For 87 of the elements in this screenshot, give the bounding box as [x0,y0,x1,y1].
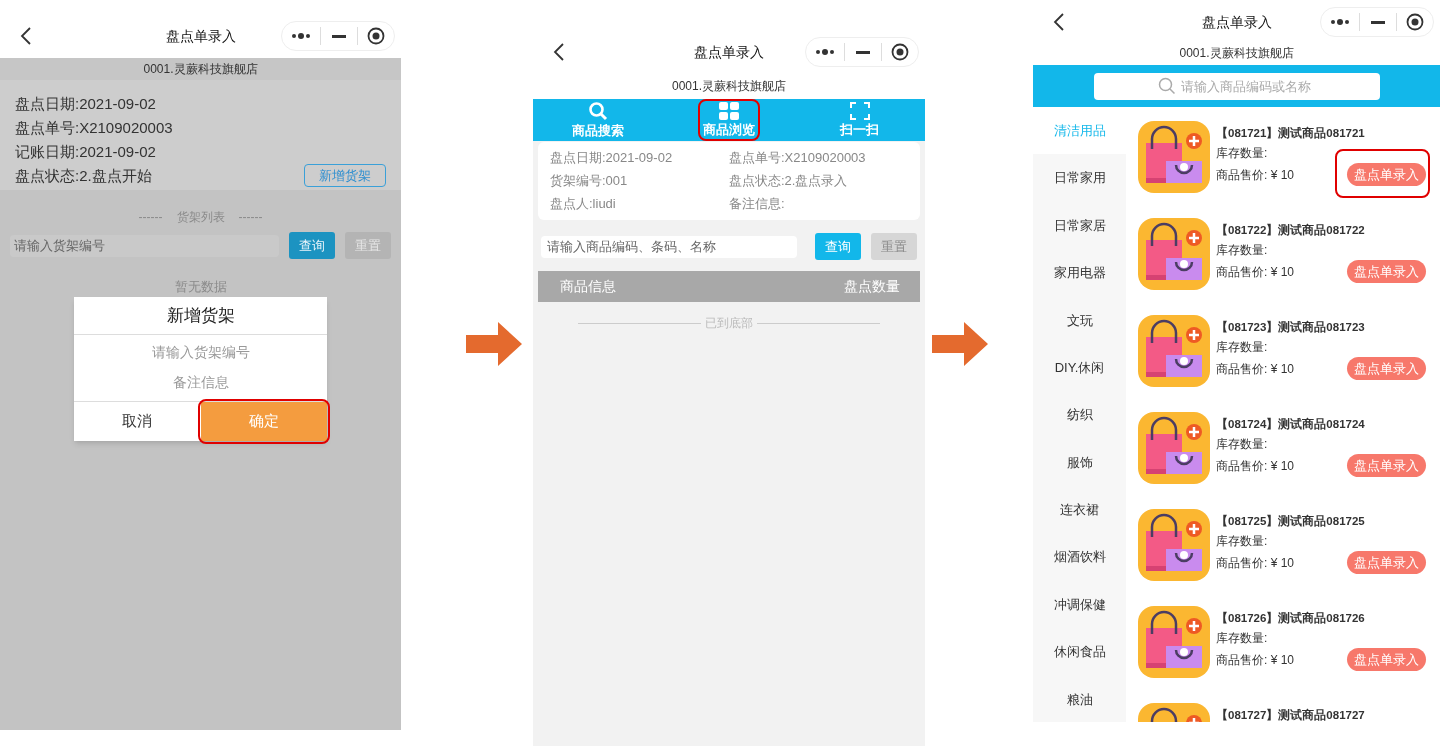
category-item[interactable]: 休闲食品 [1033,628,1126,676]
entry-button[interactable]: 盘点单录入 [1347,357,1426,380]
category-item[interactable]: 日常家用 [1033,154,1126,202]
reset-button[interactable]: 重置 [871,233,917,260]
stock-label: 库存数量: [1216,145,1269,162]
product-name: 【081724】测试商品081724 [1216,416,1366,432]
info-text: 盘点人:liudi [550,195,617,213]
info-text: 记账日期:2021-09-02 [15,142,156,162]
shopping-bag-icon [1138,218,1210,290]
shopping-bag-icon [1138,412,1210,484]
entry-button[interactable]: 盘点单录入 [1347,551,1426,574]
entry-button[interactable]: 盘点单录入 [1347,648,1426,671]
stock-label: 库存数量: [1216,630,1269,647]
category-item[interactable]: 纺织 [1033,391,1126,439]
nav-tab[interactable]: 商品搜索 [570,101,627,139]
price-text: 商品售价: ¥ 10 [1216,263,1295,281]
product-name: 【081725】测试商品081725 [1216,513,1366,529]
info-text: 盘点日期:2021-09-02 [15,94,156,114]
search-icon [1157,76,1176,95]
shopping-bag-icon [1138,121,1210,193]
category-item[interactable]: 日常家居 [1033,201,1126,250]
dialog-confirm-button[interactable]: 确定 [200,402,327,441]
dialog-input-field[interactable]: 备注信息 [74,367,327,397]
add-shelf-button[interactable]: 新增货架 [304,164,386,187]
dash-rule: ------ [138,209,163,226]
shelf-search-field[interactable]: 请输入货架编号 [10,234,279,257]
price-text: 商品售价: ¥ 10 [1216,457,1295,475]
info-text: 盘点单号:X2109020003 [729,149,867,167]
info-text: 备注信息: [729,195,786,213]
category-item[interactable]: 文玩 [1033,296,1126,344]
info-text: 货架编号:001 [550,172,629,190]
info-text: 盘点状态:2.盘点录入 [729,172,849,190]
category-item[interactable]: 清洁用品 [1033,107,1126,155]
dash-rule: ------ [238,209,263,226]
price-text: 商品售价: ¥ 10 [1216,554,1295,572]
category-item[interactable]: 家用电器 [1033,249,1126,297]
category-item[interactable]: 烟酒饮料 [1033,533,1126,581]
page-title: 盘点单录入 [165,26,236,46]
product-name: 【081726】测试商品081726 [1216,610,1366,626]
product-name: 【081722】测试商品081722 [1216,222,1366,238]
right-arrow-icon [932,322,988,366]
category-item[interactable]: 冲调保健 [1033,580,1126,629]
category-item[interactable]: 服饰 [1033,438,1126,487]
back-icon[interactable] [1053,12,1065,32]
entry-button[interactable]: 盘点单录入 [1347,454,1426,477]
page-title: 盘点单录入 [694,42,764,62]
query-button[interactable]: 查询 [289,232,335,259]
store-name: 0001.灵蕨科技旗舰店 [533,74,925,99]
product-search-field[interactable]: 请输入商品编码或名称 [1093,72,1380,100]
column-header: 商品信息 [560,277,616,296]
column-header: 盘点数量 [844,277,900,296]
shopping-bag-icon [1138,509,1210,581]
back-icon[interactable] [20,26,32,46]
product-search-field[interactable]: 请输入商品编码、条码、名称 [541,235,797,258]
search-icon [588,101,609,121]
stock-label: 库存数量: [1216,436,1269,453]
page-title: 盘点单录入 [1201,12,1272,32]
info-text: 盘点日期:2021-09-02 [550,149,674,167]
entry-button[interactable]: 盘点单录入 [1347,163,1426,186]
stock-label: 库存数量: [1216,533,1269,550]
price-text: 商品售价: ¥ 10 [1216,166,1295,184]
info-text: 盘点状态:2.盘点开始 [15,166,152,186]
dialog-title: 新增货架 [74,297,327,335]
right-arrow-icon [466,322,522,366]
entry-button[interactable]: 盘点单录入 [1347,260,1426,283]
product-name: 【081723】测试商品081723 [1216,319,1366,335]
dialog-cancel-button[interactable]: 取消 [74,402,201,441]
category-item[interactable]: 连衣裙 [1033,486,1126,534]
scan-icon [849,102,870,120]
nav-tab[interactable]: 商品浏览 [701,102,757,138]
shopping-bag-icon [1138,315,1210,387]
store-name: 0001.灵蕨科技旗舰店 [1178,45,1295,62]
category-item[interactable]: DIY.休闲 [1033,343,1126,392]
category-item[interactable]: 粮油 [1033,675,1126,722]
product-name: 【081721】测试商品081721 [1216,125,1366,141]
stock-label: 库存数量: [1216,339,1269,356]
stock-label: 库存数量: [1216,242,1269,259]
nav-tab[interactable]: 扫一扫 [838,102,882,138]
price-text: 商品售价: ¥ 10 [1216,651,1295,669]
query-button[interactable]: 查询 [815,233,861,260]
shopping-bag-icon [1138,606,1210,678]
dialog-input-field[interactable]: 请输入货架编号 [74,337,327,367]
info-text: 盘点单号:X2109020003 [15,118,173,138]
price-text: 商品售价: ¥ 10 [1216,360,1295,378]
product-name: 【081727】测试商品081727 [1216,707,1366,722]
grid-icon [719,102,739,120]
back-icon[interactable] [553,42,565,62]
